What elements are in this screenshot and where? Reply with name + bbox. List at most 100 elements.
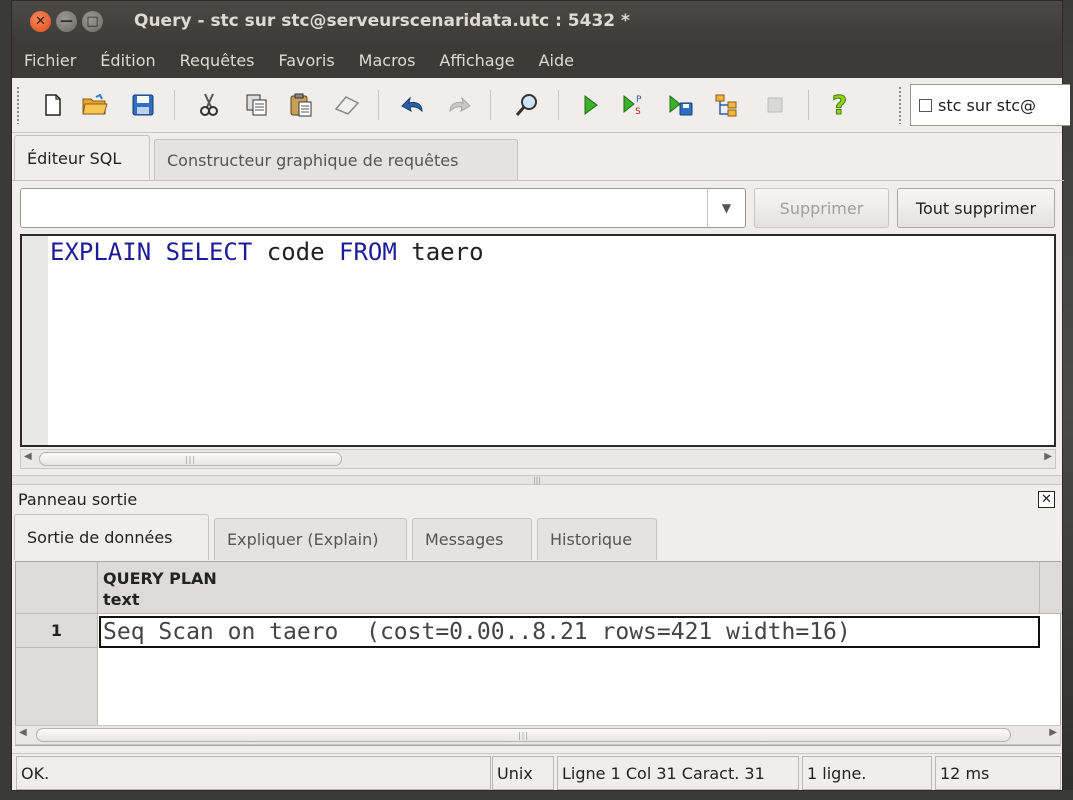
close-icon: ✕ xyxy=(35,14,46,29)
scroll-left-icon[interactable]: ◀ xyxy=(24,451,32,462)
tab-data-output[interactable]: Sortie de données xyxy=(14,514,209,560)
table-cell[interactable]: Seq Scan on taero (cost=0.00..8.21 rows=… xyxy=(99,616,1040,648)
row-header[interactable]: 1 xyxy=(16,614,98,648)
menu-edition[interactable]: Édition xyxy=(100,51,155,70)
title-bar[interactable]: ✕ — □ Query - stc sur stc@serveurscenari… xyxy=(12,1,1062,43)
cut-icon[interactable] xyxy=(196,92,222,118)
close-icon: ✕ xyxy=(1041,492,1052,507)
grid-horizontal-scrollbar[interactable]: ◀ ||| ▶ xyxy=(15,725,1061,745)
tab-label: Messages xyxy=(425,530,504,549)
find-icon[interactable] xyxy=(514,92,540,118)
help-icon[interactable]: ? xyxy=(828,92,854,118)
editor-horizontal-scrollbar[interactable]: ◀ ||| ▶ xyxy=(20,449,1056,469)
sql-keyword: EXPLAIN xyxy=(50,238,152,266)
row-number: 1 xyxy=(50,621,63,640)
toolbar-separator xyxy=(174,90,175,120)
scroll-right-icon[interactable]: ▶ xyxy=(1049,727,1057,738)
sql-identifier: code xyxy=(266,238,325,266)
scroll-right-icon[interactable]: ▶ xyxy=(1044,451,1052,462)
menu-aide[interactable]: Aide xyxy=(539,51,574,70)
tab-label: Éditeur SQL xyxy=(27,149,122,168)
maximize-icon: □ xyxy=(86,14,99,29)
tab-label: Historique xyxy=(550,530,633,549)
sql-editor[interactable]: EXPLAIN SELECT code FROM taero xyxy=(20,234,1056,447)
sql-identifier: taero xyxy=(411,238,484,266)
close-output-panel-button[interactable]: ✕ xyxy=(1038,491,1055,508)
connection-label: stc sur stc@ xyxy=(938,95,1037,115)
delete-button[interactable]: Supprimer xyxy=(754,188,889,228)
scrollbar-thumb[interactable]: ||| xyxy=(39,452,342,466)
save-icon[interactable] xyxy=(130,92,156,118)
delete-button-label: Supprimer xyxy=(779,198,864,218)
toolbar-separator xyxy=(808,90,809,120)
sql-keyword: SELECT xyxy=(165,238,253,266)
open-folder-icon[interactable] xyxy=(82,92,108,118)
data-output-grid[interactable]: QUERY PLAN text 1 Seq Scan on taero (cos… xyxy=(15,561,1062,746)
status-bar: OK. Unix Ligne 1 Col 31 Caract. 31 1 lig… xyxy=(12,753,1062,791)
menu-fichier[interactable]: Fichier xyxy=(24,51,76,70)
execute-icon[interactable] xyxy=(578,92,604,118)
status-message: OK. xyxy=(16,756,491,790)
scroll-left-icon[interactable]: ◀ xyxy=(19,727,27,738)
status-row-count: 1 ligne. xyxy=(802,756,932,790)
grid-corner[interactable] xyxy=(16,562,98,614)
editor-tabs: Éditeur SQL Constructeur graphique de re… xyxy=(12,135,1062,181)
panel-splitter[interactable]: ||| xyxy=(12,475,1062,485)
cancel-icon[interactable] xyxy=(762,92,788,118)
menu-requetes[interactable]: Requêtes xyxy=(180,51,255,70)
connection-selector[interactable]: stc sur stc@ xyxy=(910,84,1070,126)
output-panel-title: Panneau sortie xyxy=(18,489,138,509)
toolbar-grip[interactable] xyxy=(16,86,20,124)
undo-icon[interactable] xyxy=(400,92,426,118)
desktop-background-bottom xyxy=(0,790,1073,800)
query-window: ✕ — □ Query - stc sur stc@serveurscenari… xyxy=(11,0,1070,791)
tab-sql-editor[interactable]: Éditeur SQL xyxy=(14,135,150,181)
menu-bar: Fichier Édition Requêtes Favoris Macros … xyxy=(12,43,1062,78)
editor-margin xyxy=(22,236,48,445)
toolbar-separator xyxy=(558,90,559,120)
tab-label: Sortie de données xyxy=(27,528,173,547)
delete-all-button[interactable]: Tout supprimer xyxy=(897,188,1055,228)
svg-text:S: S xyxy=(635,107,641,117)
chevron-down-icon[interactable]: ▼ xyxy=(707,189,745,227)
window-title: Query - stc sur stc@serveurscenaridata.u… xyxy=(134,11,630,31)
clear-icon[interactable] xyxy=(334,92,360,118)
menu-affichage[interactable]: Affichage xyxy=(439,51,514,70)
connection-checkbox[interactable] xyxy=(919,98,932,112)
column-name: QUERY PLAN xyxy=(103,569,217,588)
column-header[interactable]: QUERY PLAN text xyxy=(98,562,1040,614)
tab-graphical-query-builder[interactable]: Constructeur graphique de requêtes xyxy=(154,139,518,181)
status-cursor-position: Ligne 1 Col 31 Caract. 31 xyxy=(557,756,799,790)
minimize-icon: — xyxy=(60,14,73,29)
redo-icon[interactable] xyxy=(446,92,472,118)
new-file-icon[interactable] xyxy=(40,92,66,118)
execute-pgscript-icon[interactable]: PS xyxy=(622,92,648,118)
tab-explain[interactable]: Expliquer (Explain) xyxy=(214,518,407,560)
svg-text:P: P xyxy=(636,95,642,105)
window-maximize-button[interactable]: □ xyxy=(82,11,103,32)
output-tabs: Sortie de données Expliquer (Explain) Me… xyxy=(12,514,1062,560)
scrollbar-thumb[interactable]: ||| xyxy=(36,728,1011,742)
tab-messages[interactable]: Messages xyxy=(412,518,532,560)
tab-history[interactable]: Historique xyxy=(537,518,657,560)
menu-favoris[interactable]: Favoris xyxy=(279,51,335,70)
query-history-combo[interactable]: ▼ xyxy=(20,188,746,228)
window-minimize-button[interactable]: — xyxy=(56,11,77,32)
execute-to-file-icon[interactable] xyxy=(668,92,694,118)
copy-icon[interactable] xyxy=(244,92,270,118)
tab-label: Constructeur graphique de requêtes xyxy=(167,151,459,170)
paste-icon[interactable] xyxy=(288,92,314,118)
sql-editor-panel: ▼ Supprimer Tout supprimer EXPLAIN SELEC… xyxy=(12,180,1064,474)
toolbar-grip[interactable] xyxy=(898,86,902,124)
menu-macros[interactable]: Macros xyxy=(359,51,416,70)
svg-text:?: ? xyxy=(832,92,847,118)
toolbar-separator xyxy=(490,90,491,120)
tab-label: Expliquer (Explain) xyxy=(227,530,379,549)
status-duration: 12 ms xyxy=(935,756,1061,790)
delete-all-button-label: Tout supprimer xyxy=(915,198,1037,218)
sql-text[interactable]: EXPLAIN SELECT code FROM taero xyxy=(50,238,484,266)
explain-icon[interactable] xyxy=(714,92,740,118)
toolbar: PS ? stc sur stc@ xyxy=(12,78,1070,133)
status-line-ending: Unix xyxy=(492,756,554,790)
window-close-button[interactable]: ✕ xyxy=(30,11,51,32)
